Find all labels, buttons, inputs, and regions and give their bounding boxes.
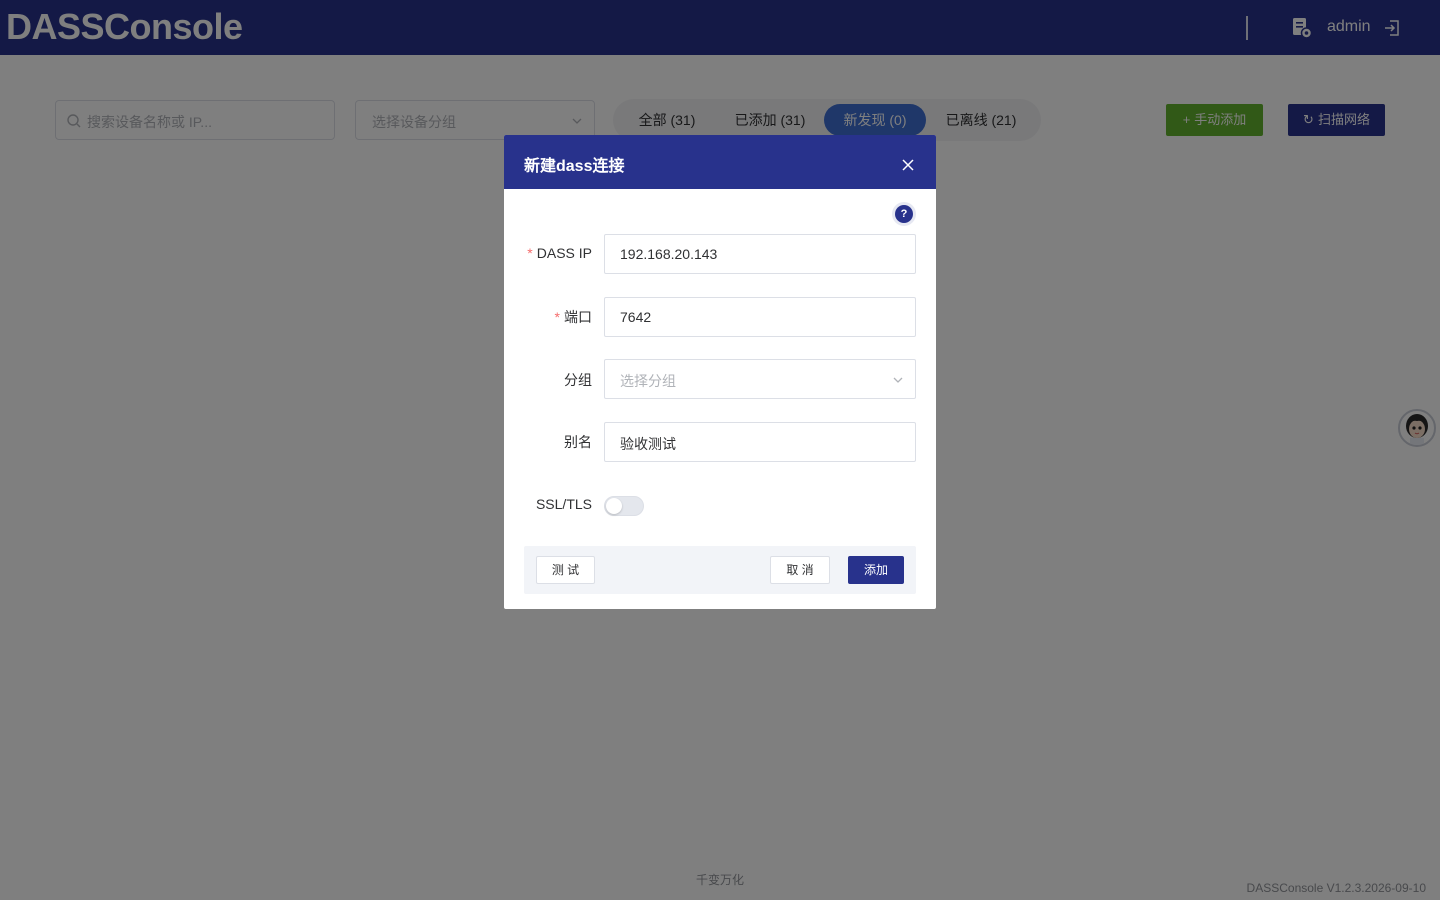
ssl-toggle-knob (606, 498, 622, 514)
ssl-toggle[interactable] (604, 496, 644, 516)
test-button[interactable]: 测 试 (536, 556, 595, 584)
dass-ip-field[interactable]: 192.168.20.143 (604, 234, 916, 274)
port-field[interactable]: 7642 (604, 297, 916, 337)
alias-value: 验收测试 (620, 436, 676, 452)
new-connection-dialog: 新建dass连接 ? * DASS IP 192.168.20.143 * 端口 7… (504, 135, 936, 609)
help-icon[interactable]: ? (895, 205, 913, 223)
chevron-down-icon (893, 377, 903, 383)
alias-label: 别名 (564, 434, 592, 450)
dialog-header: 新建dass连接 (504, 135, 936, 189)
port-value: 7642 (620, 309, 652, 325)
group-select[interactable]: 选择分组 (604, 359, 916, 399)
cancel-button[interactable]: 取 消 (770, 556, 830, 584)
port-label: * 端口 (554, 309, 592, 325)
dialog-title: 新建dass连接 (524, 158, 625, 175)
alias-field[interactable]: 验收测试 (604, 422, 916, 462)
group-label: 分组 (564, 372, 592, 388)
ip-label: * DASS IP (527, 245, 592, 261)
group-placeholder: 选择分组 (620, 373, 676, 389)
ssl-label: SSL/TLS (535, 496, 592, 512)
dass-ip-value: 192.168.20.143 (620, 246, 718, 262)
dialog-footer: 测 试 取 消 添加 (524, 546, 916, 594)
close-icon[interactable] (902, 159, 914, 171)
add-button[interactable]: 添加 (848, 556, 904, 584)
